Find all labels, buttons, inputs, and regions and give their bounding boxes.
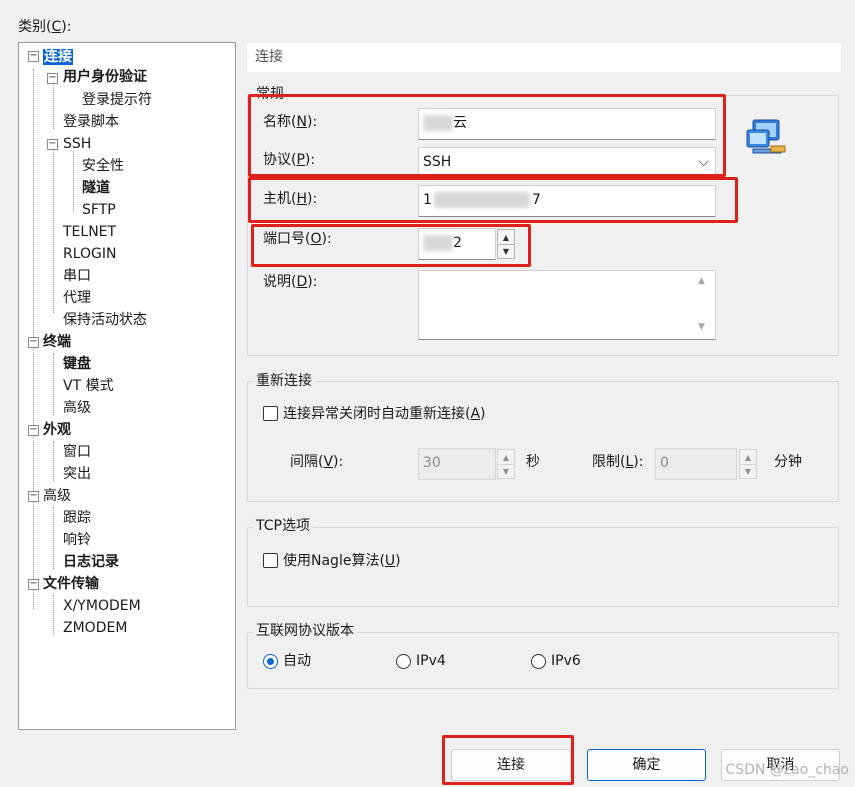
interval-stepper[interactable]: ▲ ▼	[497, 449, 515, 479]
chevron-down-icon: ⌵	[698, 154, 709, 170]
description-input[interactable]	[418, 270, 716, 340]
collapse-icon[interactable]: −	[28, 51, 39, 62]
port-label: 端口号(O):	[263, 231, 332, 247]
tree-item-keyboard[interactable]: 键盘	[63, 354, 91, 374]
spin-up-icon[interactable]: ▲	[740, 450, 756, 464]
tree-item-tunnel[interactable]: 隧道	[82, 178, 110, 198]
reconnect-group	[247, 381, 839, 502]
interval-label: 间隔(V):	[290, 454, 344, 470]
ipv4-label[interactable]: IPv4	[416, 651, 446, 671]
collapse-icon[interactable]: −	[47, 73, 58, 84]
tree-item-window[interactable]: 窗口	[63, 442, 91, 462]
tree-item-rlogin[interactable]: RLOGIN	[63, 244, 117, 264]
ipv4-radio[interactable]	[396, 654, 411, 669]
ip-auto-radio[interactable]	[263, 654, 278, 669]
tree-item-security[interactable]: 安全性	[82, 156, 124, 176]
spin-up-icon[interactable]: ▲	[498, 450, 514, 464]
limit-input[interactable]: 0	[655, 448, 737, 480]
tree-item-advanced[interactable]: 高级	[43, 486, 71, 506]
collapse-icon[interactable]: −	[28, 579, 39, 590]
auto-reconnect-checkbox[interactable]	[263, 406, 278, 421]
general-legend: 常规	[253, 86, 287, 102]
host-input[interactable]: 17	[418, 185, 716, 217]
reconnect-legend: 重新连接	[253, 373, 315, 389]
ip-auto-label[interactable]: 自动	[283, 651, 311, 671]
tree-item-terminal-advanced[interactable]: 高级	[63, 398, 91, 418]
auto-reconnect-label[interactable]: 连接异常关闭时自动重新连接(A)	[283, 404, 486, 424]
nagle-checkbox[interactable]	[263, 553, 278, 568]
tree-item-trace[interactable]: 跟踪	[63, 508, 91, 528]
description-label: 说明(D):	[263, 274, 318, 290]
tree-item-auth[interactable]: 用户身份验证	[63, 67, 147, 87]
collapse-icon[interactable]: −	[28, 491, 39, 502]
ip-version-legend: 互联网协议版本	[253, 623, 357, 639]
tree-item-telnet[interactable]: TELNET	[63, 222, 116, 242]
scroll-down-icon[interactable]: ▼	[698, 322, 705, 332]
interval-unit: 秒	[526, 454, 540, 470]
tree-item-ssh[interactable]: SSH	[63, 134, 91, 154]
protocol-label: 协议(P):	[263, 152, 316, 168]
tree-item-terminal[interactable]: 终端	[43, 332, 71, 352]
tcp-legend: TCP选项	[253, 518, 313, 534]
category-tree[interactable]: − − − − − − − 连接 用户身份验证 登录提示符 登录脚本 SSH 安…	[18, 42, 236, 730]
name-label: 名称(N):	[263, 114, 318, 130]
tree-item-vt-mode[interactable]: VT 模式	[63, 376, 114, 396]
tree-item-logging[interactable]: 日志记录	[63, 552, 119, 572]
port-input[interactable]: 2	[418, 228, 496, 260]
protocol-select[interactable]: SSH ⌵	[418, 147, 716, 177]
ipv6-label[interactable]: IPv6	[551, 651, 581, 671]
tree-item-appearance[interactable]: 外观	[43, 420, 71, 440]
watermark: CSDN @zao_chao	[725, 762, 849, 778]
ok-button[interactable]: 确定	[587, 749, 706, 781]
tree-item-keepalive[interactable]: 保持活动状态	[63, 310, 147, 330]
category-label: 类别(C):	[18, 19, 72, 35]
tree-item-zmodem[interactable]: ZMODEM	[63, 618, 127, 638]
port-stepper[interactable]: ▲ ▼	[497, 229, 515, 259]
tree-item-login-script[interactable]: 登录脚本	[63, 112, 119, 132]
collapse-icon[interactable]: −	[28, 425, 39, 436]
tree-item-serial[interactable]: 串口	[63, 266, 91, 286]
spin-down-icon[interactable]: ▼	[740, 464, 756, 478]
collapse-icon[interactable]: −	[28, 337, 39, 348]
tree-item-highlight[interactable]: 突出	[63, 464, 91, 484]
tree-item-connection[interactable]: 连接	[43, 47, 73, 67]
tree-item-file-transfer[interactable]: 文件传输	[43, 574, 99, 594]
connect-button[interactable]: 连接	[451, 749, 571, 781]
collapse-icon[interactable]: −	[47, 139, 58, 150]
interval-input[interactable]: 30	[418, 448, 496, 480]
limit-unit: 分钟	[774, 454, 802, 470]
spin-up-icon[interactable]: ▲	[498, 230, 514, 244]
tree-item-sftp[interactable]: SFTP	[82, 200, 116, 220]
spin-down-icon[interactable]: ▼	[498, 464, 514, 478]
limit-stepper[interactable]: ▲ ▼	[739, 449, 757, 479]
host-label: 主机(H):	[263, 191, 318, 207]
name-input[interactable]: 云	[418, 108, 716, 140]
tree-item-login-prompt[interactable]: 登录提示符	[82, 90, 152, 110]
tree-item-bell[interactable]: 响铃	[63, 530, 91, 550]
connection-icon	[746, 119, 786, 154]
tree-item-xymodem[interactable]: X/YMODEM	[63, 596, 141, 616]
page-title: 连接	[247, 43, 841, 72]
limit-label: 限制(L):	[592, 454, 644, 470]
ipv6-radio[interactable]	[531, 654, 546, 669]
tree-item-proxy[interactable]: 代理	[63, 288, 91, 308]
scroll-up-icon[interactable]: ▲	[698, 276, 705, 286]
nagle-label[interactable]: 使用Nagle算法(U)	[283, 551, 401, 571]
spin-down-icon[interactable]: ▼	[498, 244, 514, 258]
